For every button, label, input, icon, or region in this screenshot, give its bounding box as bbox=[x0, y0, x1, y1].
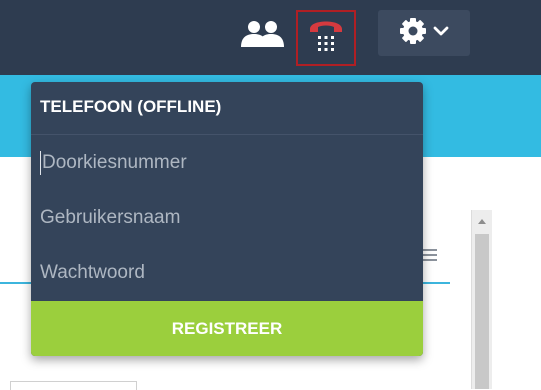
phone-keypad-icon bbox=[306, 15, 346, 62]
extension-field[interactable] bbox=[31, 135, 423, 190]
contacts-icon bbox=[237, 20, 289, 53]
scroll-thumb[interactable] bbox=[475, 234, 489, 389]
settings-button[interactable] bbox=[378, 10, 470, 56]
password-field[interactable] bbox=[31, 245, 423, 300]
phone-panel-title: TELEFOON (OFFLINE) bbox=[31, 82, 423, 135]
phone-dropdown: TELEFOON (OFFLINE) REGISTREER bbox=[31, 82, 423, 356]
text-caret bbox=[40, 150, 41, 175]
menu-icon[interactable] bbox=[421, 249, 437, 264]
phone-button[interactable] bbox=[296, 10, 356, 66]
chevron-down-icon bbox=[433, 24, 449, 42]
extension-input[interactable] bbox=[42, 151, 412, 174]
contacts-button[interactable] bbox=[236, 17, 290, 55]
scroll-up-arrow-icon[interactable] bbox=[472, 210, 492, 232]
gear-icon bbox=[399, 17, 427, 50]
password-input[interactable] bbox=[40, 261, 410, 284]
username-field[interactable] bbox=[31, 190, 423, 245]
content-area bbox=[454, 157, 541, 389]
register-button[interactable]: REGISTREER bbox=[31, 301, 423, 356]
username-input[interactable] bbox=[40, 206, 410, 229]
scrollbar[interactable] bbox=[471, 210, 492, 389]
